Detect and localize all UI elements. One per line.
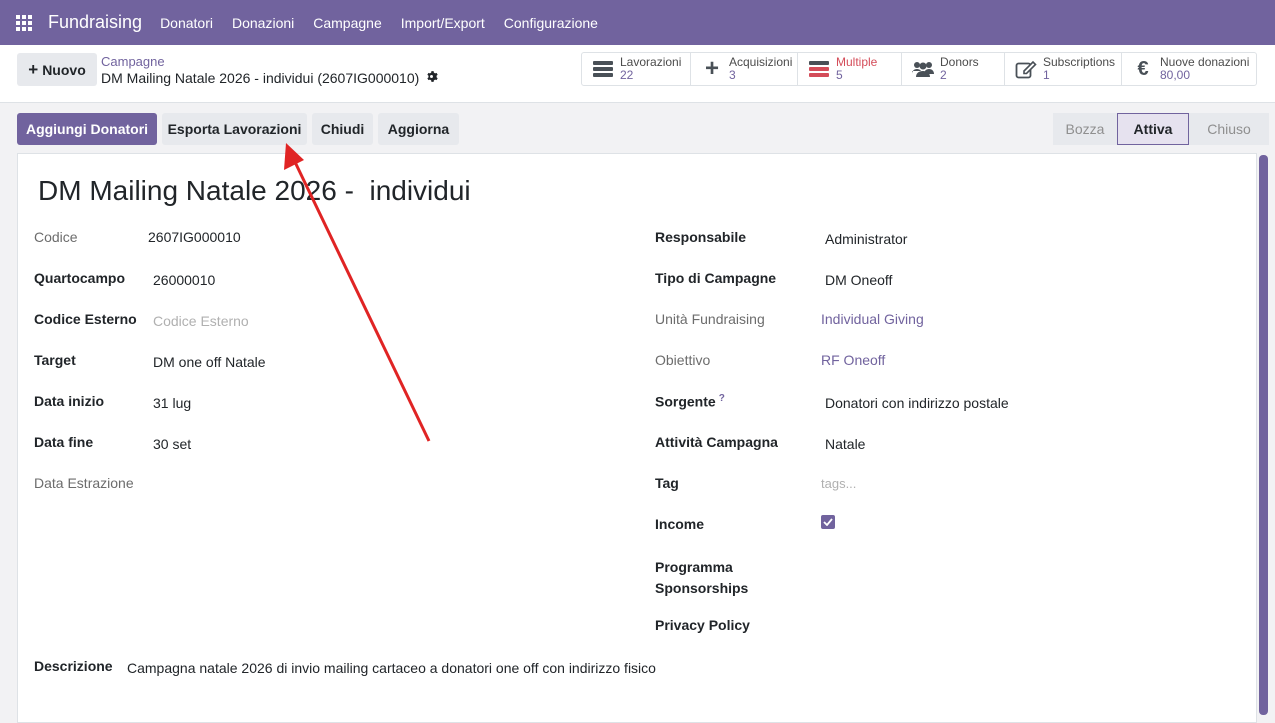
field-label-obiettivo: Obiettivo bbox=[655, 352, 711, 368]
field-label-unita-fundraising: Unità Fundraising bbox=[655, 311, 765, 327]
plus-icon: + bbox=[28, 59, 39, 79]
smart-button-nuove-donazioni[interactable]: € Nuove donazioni 80,00 bbox=[1122, 53, 1256, 85]
statusbar: Aggiungi Donatori Esporta Lavorazioni Ch… bbox=[0, 103, 1275, 155]
field-label-codice-esterno: Codice Esterno bbox=[34, 311, 137, 327]
sb-value: 3 bbox=[729, 68, 736, 82]
stage-pipeline: Bozza Attiva Chiuso bbox=[1053, 113, 1269, 145]
stage-chiuso[interactable]: Chiuso bbox=[1189, 113, 1269, 145]
field-label-sorgente-text: Sorgente bbox=[655, 393, 716, 410]
field-label-data-inizio: Data inizio bbox=[34, 393, 105, 409]
stage-bozza[interactable]: Bozza bbox=[1053, 113, 1117, 145]
field-label-target: Target bbox=[34, 352, 76, 368]
record-title-text: DM Mailing Natale 2026 - individui (2607… bbox=[101, 70, 420, 86]
field-input-tags[interactable]: tags... bbox=[821, 476, 856, 491]
field-label-quartocampo: Quartocampo bbox=[34, 270, 126, 286]
smart-button-lavorazioni[interactable]: Lavorazioni 22 bbox=[582, 53, 691, 85]
stack-icon bbox=[806, 61, 832, 77]
field-label-income: Income bbox=[655, 516, 705, 532]
smart-button-acquisizioni[interactable]: + Acquisizioni 3 bbox=[691, 53, 798, 85]
field-value-data-inizio[interactable]: 31 lug bbox=[153, 395, 191, 411]
scrollbar[interactable] bbox=[1259, 155, 1268, 715]
field-value-responsabile[interactable]: Administrator bbox=[825, 231, 907, 247]
form-sheet: DM Mailing Natale 2026 - individui Codic… bbox=[17, 153, 1257, 723]
close-button[interactable]: Chiudi bbox=[312, 113, 373, 145]
smart-button-multiple[interactable]: Multiple 5 bbox=[798, 53, 902, 85]
menu-campagne[interactable]: Campagne bbox=[313, 15, 382, 31]
field-link-obiettivo[interactable]: RF Oneoff bbox=[821, 352, 885, 368]
field-value-attivita-campagna[interactable]: Natale bbox=[825, 436, 865, 452]
field-label-sorgente: Sorgente? bbox=[655, 393, 725, 410]
gear-icon[interactable] bbox=[425, 70, 438, 86]
sb-value: 2 bbox=[940, 68, 947, 82]
field-link-unita-fundraising[interactable]: Individual Giving bbox=[821, 311, 924, 327]
field-label-privacy-policy: Privacy Policy bbox=[655, 617, 750, 633]
menu-donazioni[interactable]: Donazioni bbox=[232, 15, 294, 31]
menu-donatori[interactable]: Donatori bbox=[160, 15, 213, 31]
field-value-quartocampo[interactable]: 26000010 bbox=[153, 272, 215, 288]
control-panel: + Nuovo Campagne DM Mailing Natale 2026 … bbox=[0, 45, 1275, 103]
field-value-codice: 2607IG000010 bbox=[148, 229, 241, 245]
income-checkbox[interactable] bbox=[821, 515, 835, 529]
field-value-sorgente[interactable]: Donatori con indirizzo postale bbox=[825, 395, 1009, 411]
sb-label: Subscriptions bbox=[1043, 55, 1116, 69]
edit-icon bbox=[1013, 59, 1039, 79]
field-label-codice: Codice bbox=[34, 229, 78, 245]
users-icon bbox=[910, 60, 936, 78]
field-input-codice-esterno[interactable]: Codice Esterno bbox=[153, 313, 249, 329]
field-value-data-fine[interactable]: 30 set bbox=[153, 436, 191, 452]
top-navbar: Fundraising Donatori Donazioni Campagne … bbox=[0, 0, 1275, 45]
app-brand[interactable]: Fundraising bbox=[48, 12, 142, 33]
stack-icon bbox=[590, 61, 616, 77]
field-value-target[interactable]: DM one off Natale bbox=[153, 354, 266, 370]
smart-button-subscriptions[interactable]: Subscriptions 1 bbox=[1005, 53, 1122, 85]
field-label-responsabile: Responsabile bbox=[655, 229, 747, 245]
refresh-button[interactable]: Aggiorna bbox=[378, 113, 459, 145]
check-icon bbox=[823, 518, 833, 526]
new-button-label: Nuovo bbox=[42, 61, 86, 78]
sb-value: 1 bbox=[1043, 68, 1050, 82]
export-lavorazioni-button[interactable]: Esporta Lavorazioni bbox=[162, 113, 307, 145]
plus-icon: + bbox=[704, 55, 719, 82]
apps-menu-icon[interactable] bbox=[0, 0, 48, 45]
field-label-tipo-campagne: Tipo di Campagne bbox=[655, 270, 777, 286]
campaign-name-field[interactable]: DM Mailing Natale 2026 - individui bbox=[38, 175, 471, 207]
sb-value: 22 bbox=[620, 68, 634, 82]
new-button[interactable]: + Nuovo bbox=[17, 53, 97, 86]
menu-configurazione[interactable]: Configurazione bbox=[504, 15, 598, 31]
field-value-tipo-campagne[interactable]: DM Oneoff bbox=[825, 272, 892, 288]
euro-icon: € bbox=[1137, 57, 1149, 80]
field-label-attivita-campagna: Attività Campagna bbox=[655, 434, 778, 450]
sb-label: Acquisizioni bbox=[729, 55, 793, 69]
field-label-data-estrazione: Data Estrazione bbox=[34, 475, 134, 491]
field-value-descrizione[interactable]: Campagna natale 2026 di invio mailing ca… bbox=[127, 660, 656, 676]
field-label-tag: Tag bbox=[655, 475, 679, 491]
field-label-programma-sponsorships: Programma Sponsorships bbox=[655, 559, 749, 596]
sb-value: 5 bbox=[836, 68, 843, 82]
smart-button-donors[interactable]: Donors 2 bbox=[902, 53, 1005, 85]
field-label-data-fine: Data fine bbox=[34, 434, 94, 450]
help-icon[interactable]: ? bbox=[719, 393, 725, 404]
record-title: DM Mailing Natale 2026 - individui (2607… bbox=[101, 70, 438, 86]
field-label-descrizione: Descrizione bbox=[34, 658, 113, 674]
menu-import-export[interactable]: Import/Export bbox=[401, 15, 485, 31]
breadcrumb[interactable]: Campagne bbox=[101, 54, 165, 69]
smart-buttons: Lavorazioni 22 + Acquisizioni 3 Multiple 5 … bbox=[581, 52, 1257, 86]
add-donors-button[interactable]: Aggiungi Donatori bbox=[17, 113, 157, 145]
stage-attiva[interactable]: Attiva bbox=[1117, 113, 1189, 145]
sb-value: 80,00 bbox=[1160, 68, 1191, 82]
